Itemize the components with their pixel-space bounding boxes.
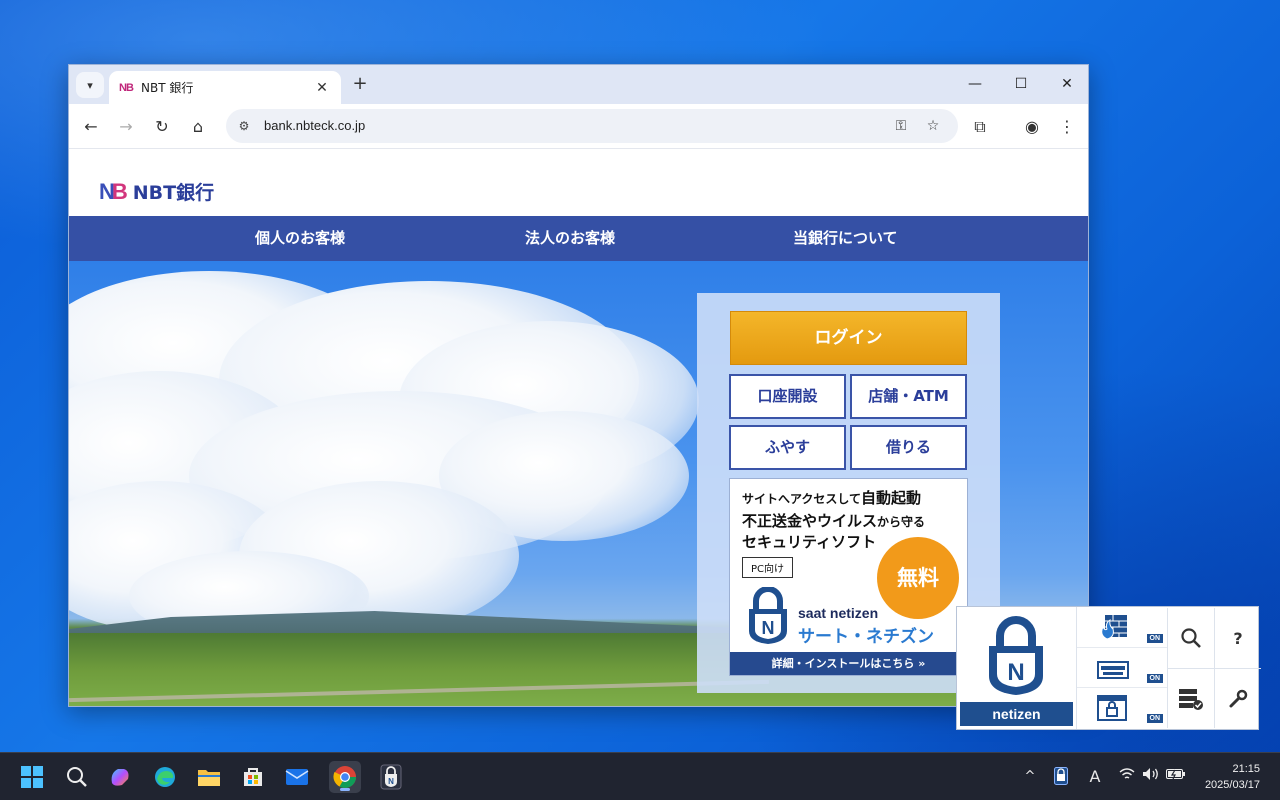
- netizen-label: netizen: [960, 702, 1073, 726]
- svg-text:N: N: [762, 618, 775, 638]
- back-arrow-icon[interactable]: ←: [78, 114, 104, 140]
- nbt-logo-text: NBT銀行: [132, 182, 215, 204]
- home-icon[interactable]: ⌂: [185, 114, 211, 140]
- edge-browser-icon[interactable]: [149, 761, 181, 793]
- bank-page: NB NBT銀行 個人のお客様 法人のお客様 当銀行について ログイン 口座開設…: [69, 150, 1088, 706]
- chrome-taskbar-icon[interactable]: [329, 761, 361, 793]
- tab-strip: ▾ NB NBT 銀行 ✕ + — ☐ ✕: [69, 65, 1088, 104]
- settings-wrench-icon[interactable]: [1214, 668, 1261, 728]
- firewall-toggle[interactable]: ON: [1077, 607, 1167, 647]
- clock-date: 2025/03/17: [1204, 779, 1260, 791]
- svg-text:N: N: [388, 777, 394, 786]
- ad-free-badge: 無料: [877, 537, 959, 619]
- save-invest-button[interactable]: ふやす: [729, 425, 846, 470]
- start-windows-icon[interactable]: [16, 761, 48, 793]
- file-explorer-icon[interactable]: [193, 761, 225, 793]
- main-nav: 個人のお客様 法人のお客様 当銀行について: [69, 216, 1088, 261]
- borrow-button[interactable]: 借りる: [850, 425, 967, 470]
- scan-search-icon[interactable]: [1167, 608, 1214, 668]
- tab-nbt-bank[interactable]: NB NBT 銀行 ✕: [109, 71, 341, 104]
- volume-icon[interactable]: [1142, 767, 1160, 787]
- reload-icon[interactable]: ↻: [149, 114, 175, 140]
- svg-text:N: N: [1007, 659, 1024, 686]
- keyboard-on-badge: ON: [1146, 674, 1163, 683]
- copilot-icon[interactable]: [104, 761, 136, 793]
- browser-lock-on-badge: ON: [1146, 714, 1163, 723]
- browser-lock-toggle[interactable]: ON: [1077, 687, 1167, 727]
- bookmark-star-icon[interactable]: ☆: [923, 116, 943, 136]
- netizen-widget: N netizen ON ON ON ?: [956, 606, 1261, 730]
- minimize-button[interactable]: —: [953, 71, 997, 97]
- nbt-logo-mark-icon: NB: [99, 178, 128, 204]
- help-icon[interactable]: ?: [1214, 608, 1261, 668]
- nav-corporate[interactable]: 法人のお客様: [525, 216, 615, 261]
- ime-indicator[interactable]: A: [1086, 767, 1104, 787]
- forward-arrow-icon[interactable]: →: [113, 114, 139, 140]
- firewall-on-badge: ON: [1146, 634, 1163, 643]
- ad-pc-label: PC向け: [742, 557, 794, 578]
- mail-icon[interactable]: [281, 761, 313, 793]
- firewall-icon: [1101, 615, 1127, 640]
- ad-line-1: サイトへアクセスして自動起動: [742, 489, 922, 507]
- maximize-button[interactable]: ☐: [999, 71, 1043, 97]
- service-panel: ログイン 口座開設 店舗・ATM ふやす 借りる サイトへアクセスして自動起動 …: [697, 293, 1000, 693]
- battery-charging-icon[interactable]: [1166, 767, 1186, 787]
- tab-search-chevron-icon[interactable]: ▾: [76, 72, 104, 98]
- new-tab-button[interactable]: +: [349, 73, 371, 95]
- hero-sky-image: ログイン 口座開設 店舗・ATM ふやす 借りる サイトへアクセスして自動起動 …: [69, 261, 1088, 706]
- taskbar-search-icon[interactable]: [61, 761, 93, 793]
- branch-atm-button[interactable]: 店舗・ATM: [850, 374, 967, 419]
- keyboard-protect-toggle[interactable]: ON: [1077, 647, 1167, 687]
- tray-netizen-icon[interactable]: [1052, 767, 1070, 787]
- ad-line-2: 不正送金やウイルスから守る: [742, 512, 926, 530]
- system-clock[interactable]: 21:15 2025/03/17: [1205, 761, 1260, 793]
- ad-brand-ja: サート・ネチズン: [798, 627, 934, 647]
- extensions-puzzle-icon[interactable]: ⧉: [967, 114, 993, 140]
- login-button[interactable]: ログイン: [730, 311, 967, 365]
- nav-about[interactable]: 当銀行について: [793, 216, 898, 261]
- wifi-icon[interactable]: [1118, 767, 1136, 787]
- netizen-main-button[interactable]: N netizen: [958, 608, 1075, 728]
- nbt-logo[interactable]: NB NBT銀行: [99, 178, 214, 205]
- netizen-status-column: ON ON ON: [1076, 607, 1167, 729]
- address-bar[interactable]: ⚙ bank.nbteck.co.jp ⚿ ☆: [226, 109, 958, 143]
- server-check-icon[interactable]: [1167, 668, 1214, 728]
- netizen-ad-banner[interactable]: サイトへアクセスして自動起動 不正送金やウイルスから守る セキュリティソフト P…: [729, 478, 968, 676]
- url-text[interactable]: bank.nbteck.co.jp: [264, 118, 365, 133]
- tab-title: NBT 銀行: [141, 81, 194, 95]
- ad-brand-en: saat netizen: [798, 605, 879, 621]
- profile-avatar-icon[interactable]: ◉: [1019, 114, 1045, 140]
- close-window-button[interactable]: ✕: [1045, 71, 1088, 97]
- browser-window: ▾ NB NBT 銀行 ✕ + — ☐ ✕ ← → ↻ ⌂ ⚙ bank.nbt…: [68, 64, 1089, 707]
- open-account-button[interactable]: 口座開設: [729, 374, 846, 419]
- netizen-lock-icon: N: [746, 586, 790, 649]
- browser-toolbar: ← → ↻ ⌂ ⚙ bank.nbteck.co.jp ⚿ ☆ ⧉ ◉ ⋮: [69, 104, 1088, 149]
- nbt-favicon-icon: NB: [119, 81, 134, 94]
- ad-line-3: セキュリティソフト: [742, 533, 877, 551]
- clock-time: 21:15: [1232, 763, 1260, 775]
- nav-personal[interactable]: 個人のお客様: [255, 216, 345, 261]
- tray-overflow-chevron-icon[interactable]: ^: [1022, 767, 1038, 787]
- taskbar: N ^ A 21:15 2025/03/17: [0, 752, 1280, 800]
- site-info-icon[interactable]: ⚙: [234, 116, 254, 136]
- password-key-icon[interactable]: ⚿: [891, 116, 911, 136]
- netizen-taskbar-icon[interactable]: N: [375, 761, 407, 793]
- microsoft-store-icon[interactable]: [237, 761, 269, 793]
- browser-menu-icon[interactable]: ⋮: [1054, 114, 1080, 140]
- tab-close-icon[interactable]: ✕: [313, 80, 331, 96]
- ad-install-link[interactable]: 詳細・インストールはこちら »: [730, 652, 967, 675]
- browser-lock-icon: [1097, 695, 1127, 721]
- netizen-shield-icon: N: [989, 616, 1043, 695]
- keyboard-protect-icon: [1097, 661, 1129, 679]
